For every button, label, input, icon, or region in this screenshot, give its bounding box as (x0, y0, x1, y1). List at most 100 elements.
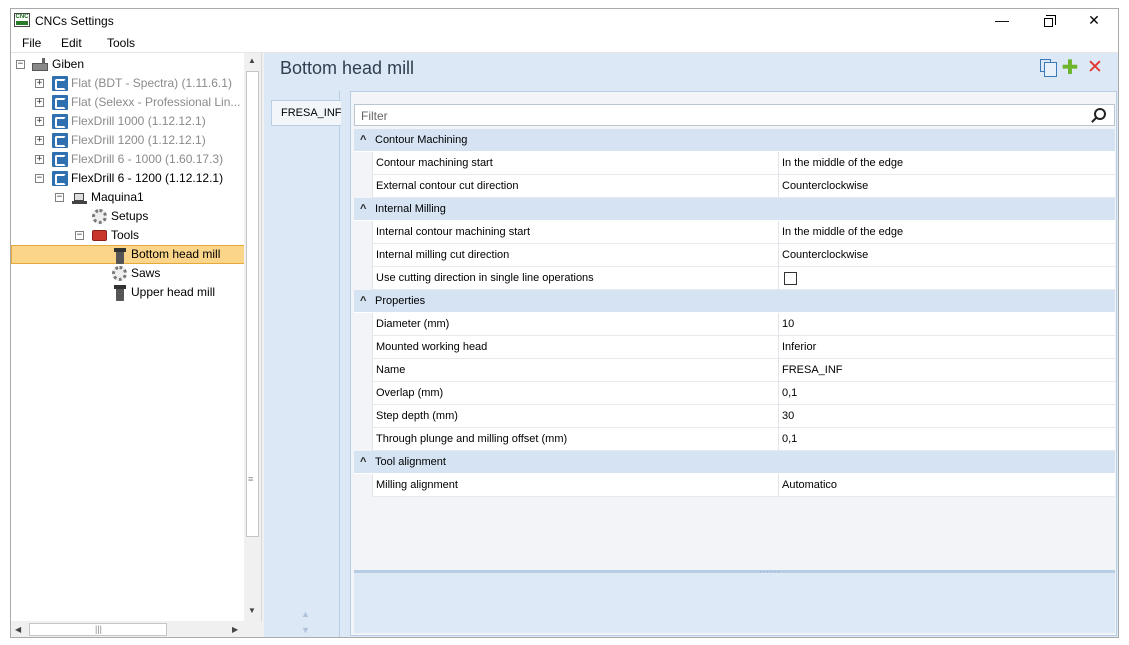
grip-icon: ≡ (248, 474, 254, 484)
tree-node-machine[interactable]: − FlexDrill 6 - 1200 (1.12.12.1) (11, 169, 245, 188)
collapse-toggle[interactable]: − (35, 174, 44, 183)
nav-up-arrow-icon[interactable]: ▲ (301, 609, 310, 619)
category-header[interactable]: ^ Contour Machining (354, 129, 1115, 152)
single-line-direction-checkbox[interactable] (784, 272, 797, 285)
tree-node-upper-head-mill[interactable]: Upper head mill (11, 283, 245, 302)
collapse-caret-icon[interactable]: ^ (360, 134, 366, 146)
collapse-caret-icon[interactable]: ^ (360, 456, 366, 468)
tree-node-saws[interactable]: Saws (11, 264, 245, 283)
tree-vertical-scrollbar[interactable]: ▲ ≡ ▼ (244, 53, 261, 621)
add-button[interactable]: ✚ (1061, 57, 1079, 79)
scroll-down-arrow-icon[interactable]: ▼ (248, 606, 256, 615)
tree-label: FlexDrill 6 - 1200 (1.12.12.1) (71, 171, 224, 185)
property-value[interactable]: FRESA_INF (780, 359, 1114, 382)
property-row[interactable]: Internal milling cut direction Countercl… (354, 244, 1115, 267)
add-icon: ✚ (1061, 57, 1079, 79)
delete-button[interactable]: ✕ (1086, 58, 1104, 77)
collapse-toggle[interactable]: − (75, 231, 84, 240)
property-row[interactable]: Step depth (mm) 30 (354, 405, 1115, 428)
property-value[interactable]: 0,1 (780, 382, 1114, 405)
property-row[interactable]: Diameter (mm) 10 (354, 313, 1115, 336)
copy-button[interactable] (1036, 59, 1057, 77)
tree-node-bottom-head-mill[interactable]: Bottom head mill (11, 245, 245, 264)
property-value[interactable]: Counterclockwise (780, 244, 1114, 267)
tree-label: Saws (131, 266, 161, 280)
restore-button[interactable] (1025, 9, 1071, 33)
minimize-button[interactable]: — (979, 9, 1025, 33)
tree-node-maquina[interactable]: − Maquina1 (11, 188, 245, 207)
property-name: Internal contour machining start (372, 221, 779, 244)
property-value[interactable]: 30 (780, 405, 1114, 428)
search-icon[interactable] (1094, 108, 1106, 120)
property-value[interactable]: In the middle of the edge (780, 221, 1114, 244)
tree-node-root[interactable]: − Giben (11, 55, 245, 74)
property-row[interactable]: Milling alignment Automatico (354, 474, 1115, 497)
menu-tools[interactable]: Tools (107, 36, 135, 50)
machine-icon (72, 191, 88, 204)
splitter-grip-icon[interactable]: ······ (759, 567, 781, 576)
property-value[interactable]: 0,1 (780, 428, 1114, 451)
category-header[interactable]: ^ Tool alignment (354, 451, 1115, 474)
menu-file[interactable]: File (22, 36, 41, 50)
property-name: Contour machining start (372, 152, 779, 175)
tree-label: Upper head mill (131, 285, 216, 299)
collapse-caret-icon[interactable]: ^ (360, 203, 366, 215)
cnc-app-icon: CNC (14, 13, 30, 27)
record-tab-strip: FRESA_INF ▲ ▼ (267, 91, 342, 637)
tree-node-machine[interactable]: + Flat (Selexx - Professional Lin... (11, 93, 245, 112)
property-row[interactable]: Mounted working head Inferior (354, 336, 1115, 359)
tree-label: Giben (52, 57, 85, 71)
property-row[interactable]: Overlap (mm) 0,1 (354, 382, 1115, 405)
close-button[interactable]: ✕ (1071, 9, 1117, 33)
property-name: Overlap (mm) (372, 382, 779, 405)
tree-node-machine[interactable]: + Flat (BDT - Spectra) (1.11.6.1) (11, 74, 245, 93)
property-row[interactable]: Through plunge and milling offset (mm) 0… (354, 428, 1115, 451)
tree-node-machine[interactable]: + FlexDrill 1000 (1.12.12.1) (11, 112, 245, 131)
tree-node-tools[interactable]: − Tools (11, 226, 245, 245)
main-window: CNC CNCs Settings — ✕ File Edit Tools − … (10, 8, 1119, 638)
property-name: Step depth (mm) (372, 405, 779, 428)
property-value[interactable]: 10 (780, 313, 1114, 336)
collapse-caret-icon[interactable]: ^ (360, 295, 366, 307)
property-row[interactable]: External contour cut direction Countercl… (354, 175, 1115, 198)
collapse-toggle[interactable]: − (16, 60, 25, 69)
tree-label: Maquina1 (91, 190, 144, 204)
record-tab[interactable]: FRESA_INF (271, 100, 342, 126)
property-value[interactable]: Counterclockwise (780, 175, 1114, 198)
scroll-left-arrow-icon[interactable]: ◀ (15, 625, 21, 634)
property-value[interactable]: In the middle of the edge (780, 152, 1114, 175)
category-label: Properties (375, 295, 426, 307)
machine-group-icon (52, 114, 68, 129)
scroll-thumb[interactable]: ||| (29, 623, 167, 636)
nav-down-arrow-icon[interactable]: ▼ (301, 625, 310, 635)
menu-edit[interactable]: Edit (61, 36, 82, 50)
tree-horizontal-scrollbar[interactable]: ◀ ||| ▶ (11, 621, 262, 637)
property-name: Milling alignment (372, 474, 779, 497)
property-row[interactable]: Contour machining start In the middle of… (354, 152, 1115, 175)
expand-toggle[interactable]: + (35, 79, 44, 88)
filter-input[interactable]: Filter (354, 104, 1115, 126)
tree-node-setups[interactable]: Setups (11, 207, 245, 226)
property-value[interactable]: Inferior (780, 336, 1114, 359)
scroll-thumb[interactable] (246, 71, 259, 537)
scroll-right-arrow-icon[interactable]: ▶ (232, 625, 238, 634)
filter-placeholder: Filter (361, 109, 388, 123)
tree-node-machine[interactable]: + FlexDrill 1200 (1.12.12.1) (11, 131, 245, 150)
property-row[interactable]: Name FRESA_INF (354, 359, 1115, 382)
property-value[interactable]: Automatico (780, 474, 1114, 497)
window-title: CNCs Settings (35, 14, 114, 28)
expand-toggle[interactable]: + (35, 136, 44, 145)
tree-label: FlexDrill 1000 (1.12.12.1) (71, 114, 206, 128)
property-row[interactable]: Use cutting direction in single line ope… (354, 267, 1115, 290)
tree-node-machine[interactable]: + FlexDrill 6 - 1000 (1.60.17.3) (11, 150, 245, 169)
expand-toggle[interactable]: + (35, 117, 44, 126)
category-header[interactable]: ^ Properties (354, 290, 1115, 313)
expand-toggle[interactable]: + (35, 155, 44, 164)
property-row[interactable]: Internal contour machining start In the … (354, 221, 1115, 244)
scroll-up-arrow-icon[interactable]: ▲ (248, 56, 256, 65)
collapse-toggle[interactable]: − (55, 193, 64, 202)
expand-toggle[interactable]: + (35, 98, 44, 107)
category-header[interactable]: ^ Internal Milling (354, 198, 1115, 221)
tree-label: Bottom head mill (131, 247, 221, 261)
machine-group-icon (52, 152, 68, 167)
